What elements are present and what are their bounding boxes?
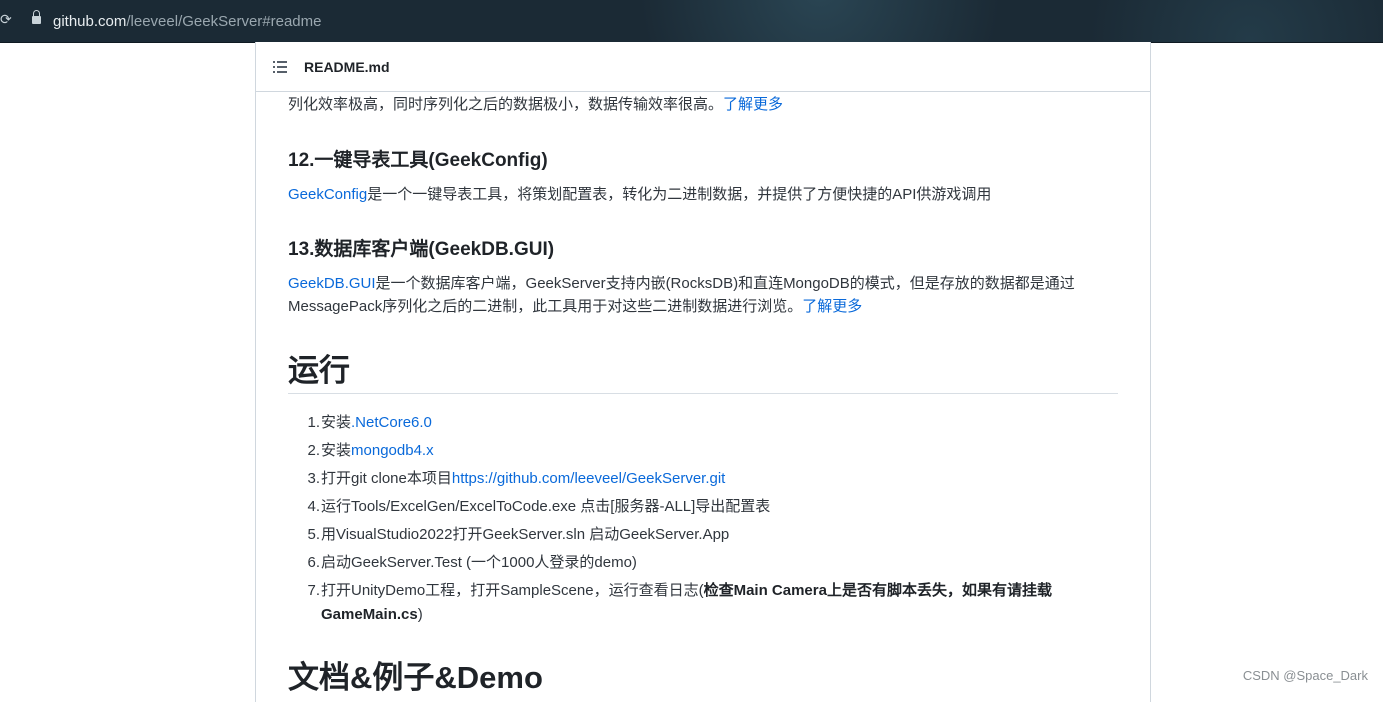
browser-address-bar: ⟳ github.com/leeveel/GeekServer#readme [0,0,1383,43]
reload-icon[interactable]: ⟳ [0,12,12,28]
section-13-paragraph-line1: GeekDB.GUI是一个数据库客户端，GeekServer支持内嵌(Rocks… [288,272,1075,295]
readme-file-name: README.md [304,59,390,75]
list-item: 3.打开git clone本项目https://github.com/leeve… [288,467,725,490]
list-item: 6.启动GeekServer.Test (一个1000人登录的demo) [288,551,637,574]
step-bold-text-2: GameMain.cs [321,606,418,623]
step-number: 4. [307,498,320,515]
step-bold-text: 检查Main Camera上是否有脚本丢失，如果有请挂载 [703,582,1052,599]
url-field[interactable]: github.com/leeveel/GeekServer#readme [53,13,321,30]
step-text: 用VisualStudio2022打开GeekServer.sln 启动Geek… [321,526,730,543]
watermark: CSDN @Space_Dark [1242,668,1368,683]
section-13-heading: 13.数据库客户端(GeekDB.GUI) [288,239,555,260]
run-heading: 运行 [288,353,350,388]
list-item: 7.打开UnityDemo工程，打开SampleScene，运行查看日志(检查M… [288,579,1052,602]
step-number: 7. [307,582,320,599]
lock-icon[interactable] [32,10,41,24]
mongodb-link[interactable]: mongodb4.x [351,442,434,459]
netcore-link[interactable]: .NetCore6.0 [351,414,432,431]
step-text: 运行Tools/ExcelGen/ExcelToCode.exe 点击[服务器-… [321,498,771,515]
url-path: /leeveel/GeekServer#readme [126,13,322,30]
list-item: 1.安装.NetCore6.0 [288,411,432,434]
step-text: 安装 [321,442,352,459]
step-text-end: ) [417,606,423,623]
intro-text: 列化效率极高，同时序列化之后的数据极小，数据传输效率很高。 [288,96,724,113]
readme-panel: README.md 列化效率极高，同时序列化之后的数据极小，数据传输效率很高。了… [255,42,1151,702]
intro-paragraph: 列化效率极高，同时序列化之后的数据极小，数据传输效率很高。了解更多 [288,93,783,116]
step-text: 打开UnityDemo工程，打开SampleScene，运行查看日志( [321,582,704,599]
section-12-heading: 12.一键导表工具(GeekConfig) [288,150,548,171]
geekdb-gui-link[interactable]: GeekDB.GUI [288,275,376,292]
section-13-paragraph-line2: MessagePack序列化之后的二进制，此工具用于对这些二进制数据进行浏览。了… [288,295,862,318]
list-item: 2.安装mongodb4.x [288,439,434,462]
geekconfig-link[interactable]: GeekConfig [288,186,367,203]
step-number: 6. [307,554,320,571]
heading-divider [288,393,1118,394]
step-text: 安装 [321,414,352,431]
readme-header: README.md [256,42,1150,92]
step-number: 2. [307,442,320,459]
list-item: 4.运行Tools/ExcelGen/ExcelToCode.exe 点击[服务… [288,495,770,518]
step-number: 1. [307,414,320,431]
section-13-text-2: MessagePack序列化之后的二进制，此工具用于对这些二进制数据进行浏览。 [288,298,803,315]
table-of-contents-icon[interactable] [273,61,287,73]
step-number: 3. [307,470,320,487]
step-text: 启动GeekServer.Test (一个1000人登录的demo) [321,554,637,571]
section-12-text: 是一个一键导表工具，将策划配置表，转化为二进制数据，并提供了方便快捷的API供游… [367,186,992,203]
learn-more-link[interactable]: 了解更多 [723,96,783,113]
section-12-paragraph: GeekConfig是一个一键导表工具，将策划配置表，转化为二进制数据，并提供了… [288,183,991,206]
step-number: 5. [307,526,320,543]
docs-heading: 文档&例子&Demo [288,660,543,695]
list-item-continuation: GameMain.cs) [288,603,423,626]
list-item: 5.用VisualStudio2022打开GeekServer.sln 启动Ge… [288,523,729,546]
section-13-text-1: 是一个数据库客户端，GeekServer支持内嵌(RocksDB)和直连Mong… [375,275,1075,292]
learn-more-link-2[interactable]: 了解更多 [802,298,862,315]
repo-git-link[interactable]: https://github.com/leeveel/GeekServer.gi… [452,470,725,487]
step-text: 打开git clone本项目 [321,470,452,487]
url-host: github.com [53,13,127,30]
